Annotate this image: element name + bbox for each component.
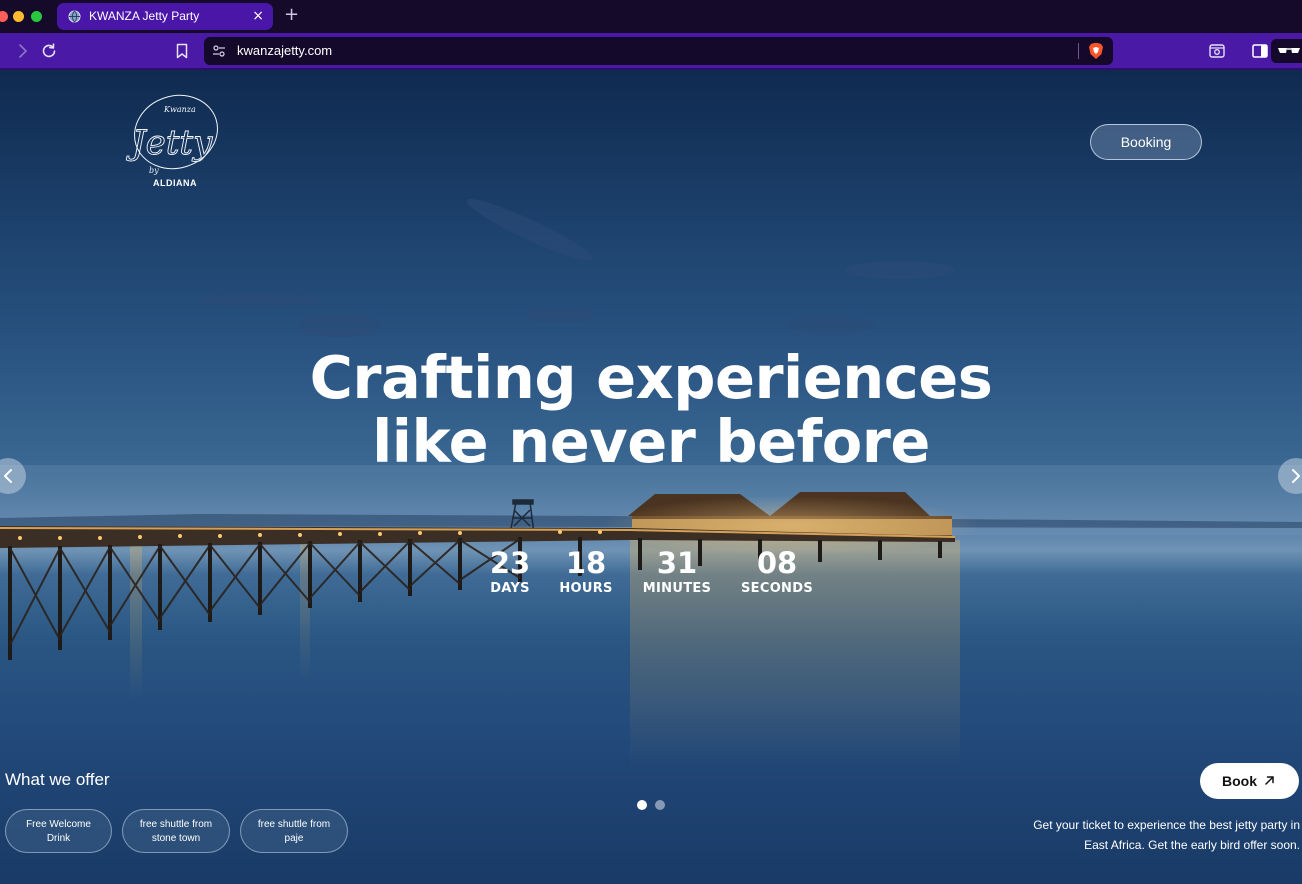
offer-chip-line1: Free Welcome bbox=[26, 819, 91, 830]
bookmark-icon[interactable] bbox=[173, 42, 191, 60]
chevron-left-icon bbox=[4, 469, 12, 483]
browser-toolbar: kwanzajetty.com bbox=[0, 33, 1302, 70]
offer-chip-line2: paje bbox=[284, 833, 304, 844]
countdown-seconds-value: 08 bbox=[756, 546, 798, 580]
address-bar[interactable]: kwanzajetty.com bbox=[204, 37, 1113, 65]
address-bar-divider bbox=[1078, 43, 1079, 59]
book-button[interactable]: Book bbox=[1200, 763, 1299, 799]
url-text: kwanzajetty.com bbox=[237, 43, 333, 58]
offer-chip-line1: free shuttle from bbox=[139, 819, 213, 830]
logo-script-main: Jetty bbox=[126, 123, 213, 163]
countdown-seconds-label: SECONDS bbox=[741, 581, 813, 596]
offer-chip-welcome-drink[interactable]: Free Welcome Drink bbox=[5, 809, 112, 853]
screenshot-icon[interactable] bbox=[1208, 42, 1226, 60]
carousel-dot-1[interactable] bbox=[637, 800, 647, 810]
countdown-minutes-value: 31 bbox=[656, 546, 698, 580]
offer-chip-line1: free shuttle from bbox=[257, 819, 331, 830]
carousel-next-button[interactable] bbox=[1278, 458, 1302, 494]
minimize-window-button[interactable] bbox=[13, 11, 24, 22]
globe-icon bbox=[68, 10, 81, 23]
headline-line-2: like never before bbox=[372, 407, 930, 476]
site-settings-icon[interactable] bbox=[212, 44, 226, 58]
forward-icon[interactable] bbox=[14, 42, 32, 60]
sidebar-icon[interactable] bbox=[1251, 42, 1269, 60]
hero-headline: Crafting experiences like never before bbox=[0, 346, 1302, 474]
book-description-line2: East Africa. Get the early bird offer so… bbox=[1084, 838, 1300, 852]
countdown-hours-value: 18 bbox=[565, 546, 607, 580]
carousel-prev-button[interactable] bbox=[0, 458, 26, 494]
glasses-icon bbox=[1278, 48, 1300, 53]
hero-background-photo bbox=[0, 199, 1302, 770]
headline-line-1: Crafting experiences bbox=[309, 343, 993, 412]
chevron-right-icon bbox=[1292, 469, 1300, 483]
logo-script-top: Kwanza bbox=[163, 105, 196, 114]
countdown-days: 23 DAYS bbox=[488, 546, 532, 598]
countdown-seconds: 08 SECONDS bbox=[738, 546, 816, 598]
book-description: Get your ticket to experience the best j… bbox=[990, 815, 1300, 855]
countdown-minutes: 31 MINUTES bbox=[641, 546, 713, 598]
countdown-minutes-label: MINUTES bbox=[642, 581, 712, 596]
countdown-hours-label: HOURS bbox=[559, 581, 613, 596]
logo-brand: ALDIANA bbox=[153, 178, 197, 188]
close-window-button[interactable] bbox=[0, 11, 8, 22]
offer-chip-line2: stone town bbox=[151, 833, 201, 844]
offer-chip-paje-shuttle[interactable]: free shuttle from paje bbox=[240, 809, 348, 853]
reload-icon[interactable] bbox=[40, 42, 58, 60]
arrow-up-right-icon bbox=[1265, 776, 1274, 785]
offer-chip-stone-town-shuttle[interactable]: free shuttle from stone town bbox=[122, 809, 230, 853]
countdown-days-label: DAYS bbox=[490, 581, 530, 596]
brave-shield-icon[interactable] bbox=[1088, 42, 1104, 60]
active-tab[interactable]: KWANZA Jetty Party × bbox=[57, 3, 273, 30]
book-button-label: Book bbox=[1222, 773, 1257, 789]
new-tab-button[interactable]: + bbox=[284, 5, 299, 25]
book-description-line1: Get your ticket to experience the best j… bbox=[1033, 818, 1300, 832]
tab-strip: KWANZA Jetty Party × + bbox=[0, 0, 1302, 33]
tab-title: KWANZA Jetty Party bbox=[89, 9, 200, 23]
reader-mode-button[interactable] bbox=[1271, 39, 1302, 63]
logo-by: by bbox=[149, 166, 159, 175]
hero-section: Kwanza Jetty by ALDIANA Booking Crafting… bbox=[0, 70, 1302, 884]
kwanza-jetty-logo[interactable]: Kwanza Jetty bbox=[124, 92, 224, 192]
tab-close-button[interactable]: × bbox=[252, 8, 264, 24]
countdown-days-value: 23 bbox=[489, 546, 531, 580]
offers-title: What we offer bbox=[5, 770, 110, 789]
booking-button[interactable]: Booking bbox=[1090, 124, 1202, 160]
zoom-window-button[interactable] bbox=[31, 11, 42, 22]
countdown-hours: 18 HOURS bbox=[557, 546, 615, 598]
carousel-dot-2[interactable] bbox=[655, 800, 665, 810]
offer-chip-line2: Drink bbox=[46, 833, 71, 844]
